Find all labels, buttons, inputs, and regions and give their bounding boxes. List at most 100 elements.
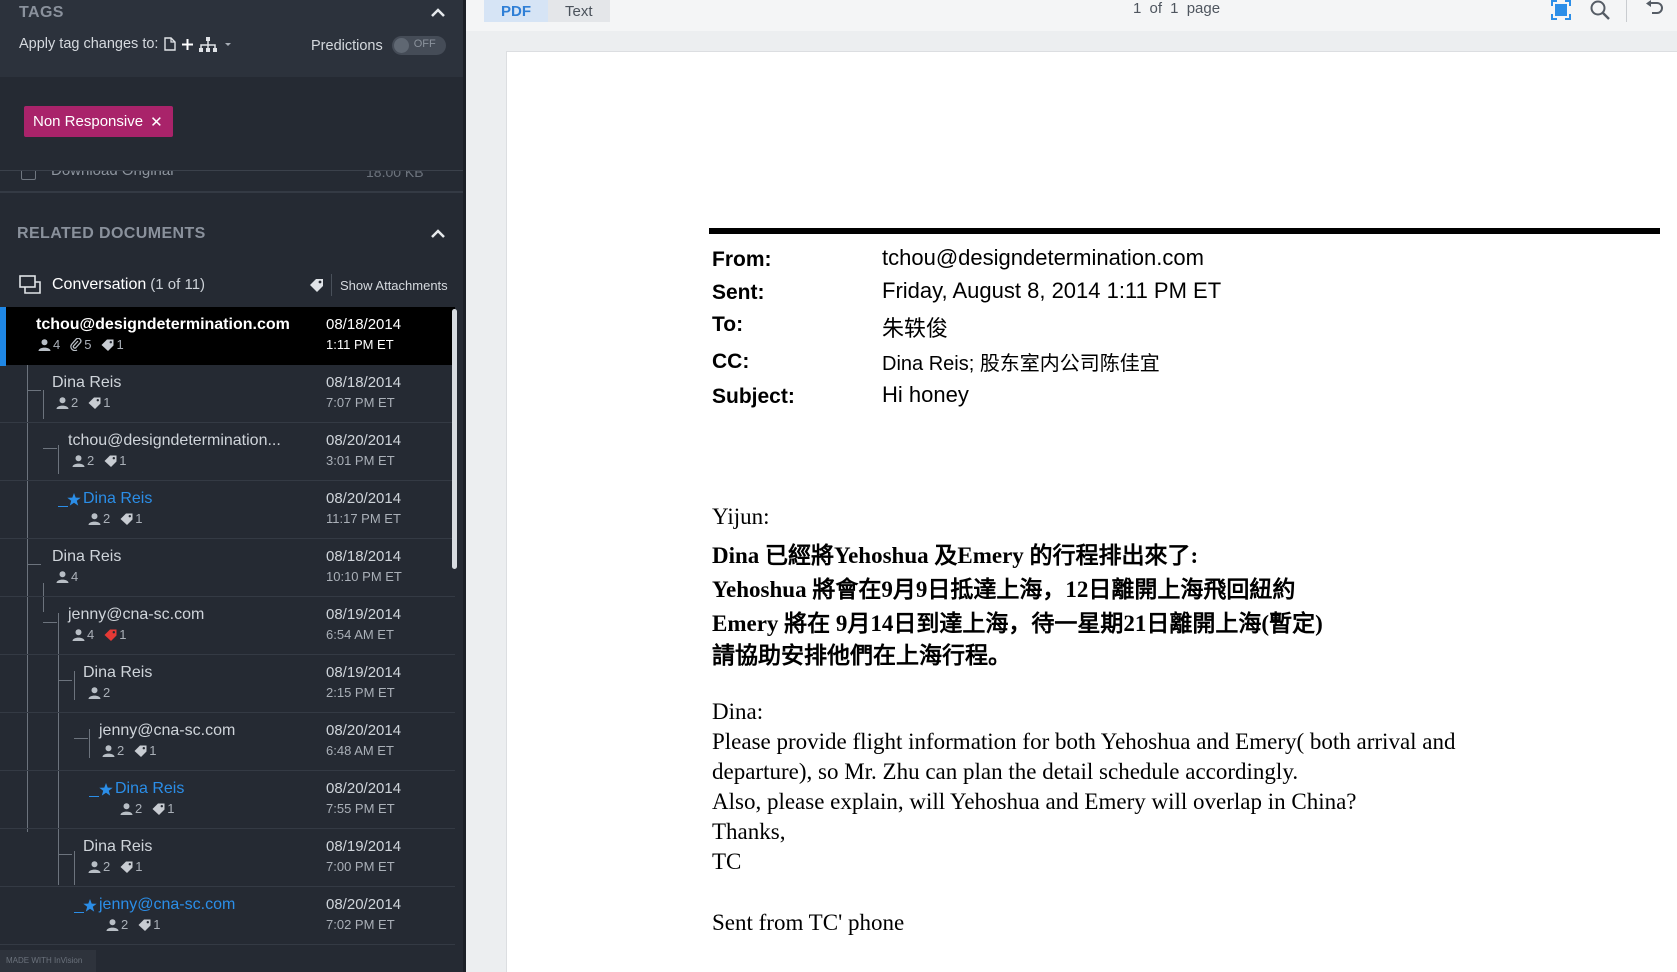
people-count: 4 (38, 337, 60, 352)
body-line: Yijun: (712, 504, 770, 529)
conversation-row[interactable]: Dina Reis 2 1 08/20/2014 11:17 PM ET (0, 481, 455, 539)
conversation-row[interactable]: jenny@cna-sc.com 2 1 08/20/2014 6:48 AM … (0, 713, 455, 771)
person-icon (120, 802, 133, 815)
tag-icon (101, 339, 114, 351)
tag-count: 1 (88, 395, 110, 410)
conversation-title: Conversation (1 of 11) (52, 276, 205, 294)
row-time: 2:15 PM ET (326, 685, 395, 700)
conversation-row[interactable]: Dina Reis 4 08/18/2014 10:10 PM ET (0, 539, 455, 597)
search-icon[interactable] (1590, 0, 1612, 25)
document-page: From: tchou@designdetermination.com Sent… (506, 51, 1677, 972)
to-label: To: (712, 313, 744, 336)
thread-line (58, 854, 72, 855)
conversation-row[interactable]: Dina Reis 2 1 08/20/2014 7:55 PM ET (0, 771, 455, 829)
scrollbar[interactable] (452, 309, 457, 569)
subject-value: Hi honey (882, 382, 969, 407)
person-icon (106, 918, 119, 931)
predictions: Predictions OFF (311, 36, 446, 55)
conversation-row[interactable]: Dina Reis 2 1 08/19/2014 7:00 PM ET (0, 829, 455, 887)
body-line: Dina 已經將Yehoshua 及Emery 的行程排出來了: (712, 543, 1199, 568)
row-meta: 2 (88, 685, 110, 700)
tags-panel-bottom (0, 150, 463, 171)
tag-icon[interactable] (309, 278, 324, 297)
collapse-tags-icon[interactable] (431, 8, 447, 20)
plus-icon (182, 38, 194, 50)
tag-icon (138, 919, 151, 931)
tags-section: TAGS Apply tag changes to: Predictions O (0, 0, 463, 77)
show-attachments-button[interactable]: Show Attachments (340, 278, 448, 293)
person-icon (88, 512, 101, 525)
collapse-related-icon[interactable] (431, 229, 447, 241)
conversation-icon (19, 275, 41, 300)
conversation-row[interactable]: jenny@cna-sc.com 4 1 08/19/2014 6:54 AM … (0, 597, 455, 655)
subject-label: Subject: (712, 385, 795, 408)
row-meta: 2 1 (72, 453, 126, 468)
row-date: 08/19/2014 (326, 664, 402, 681)
row-time: 10:10 PM ET (326, 569, 402, 584)
page-indicator: 1 of 1 page (1133, 0, 1221, 17)
row-sender: Dina Reis (83, 490, 153, 507)
row-sender: Dina Reis (115, 780, 185, 797)
person-icon (72, 454, 85, 467)
star-icon (67, 493, 81, 511)
thread-line (89, 796, 99, 797)
tag-count: 1 (138, 917, 160, 932)
person-icon (38, 338, 51, 351)
row-sender: tchou@designdetermination.com (36, 316, 290, 333)
people-count: 2 (102, 743, 124, 758)
thread-line (27, 564, 41, 565)
divider (1626, 0, 1627, 22)
row-meta: 4 (56, 569, 78, 584)
sent-value: Friday, August 8, 2014 1:11 PM ET (882, 278, 1222, 303)
star-icon (99, 783, 113, 801)
hierarchy-icon[interactable] (199, 36, 218, 52)
conversation-row[interactable]: jenny@cna-sc.com 2 1 08/20/2014 7:02 PM … (0, 887, 455, 945)
chevron-down-icon[interactable] (223, 40, 233, 48)
row-date: 08/19/2014 (326, 838, 402, 855)
row-sender: Dina Reis (52, 374, 122, 391)
fit-page-icon[interactable] (1551, 0, 1571, 25)
predictions-label: Predictions (311, 37, 383, 54)
conversation-count: (1 of 11) (150, 276, 206, 293)
document-icon[interactable] (164, 37, 177, 51)
conversation-row[interactable]: Dina Reis 2 08/19/2014 2:15 PM ET (0, 655, 455, 713)
view-tabs: PDF Text (484, 0, 610, 22)
body-line: 請協助安排他們在上海行程。 (712, 643, 1011, 668)
body-line: Also, please explain, will Yehoshua and … (712, 789, 1357, 814)
row-date: 08/19/2014 (326, 606, 402, 623)
row-meta: 2 1 (120, 801, 174, 816)
body-line: Dina: (712, 699, 764, 724)
thread-line (43, 622, 57, 623)
row-sender: tchou@designdetermination... (68, 432, 281, 449)
conversation-row[interactable]: tchou@designdetermination.com 4 5 1 08/1… (0, 307, 455, 366)
row-time: 3:01 PM ET (326, 453, 395, 468)
row-time: 6:48 AM ET (326, 743, 394, 758)
tab-text[interactable]: Text (548, 0, 610, 22)
conversation-row[interactable]: Dina Reis 2 1 08/18/2014 7:07 PM ET (0, 365, 455, 423)
thread-line (43, 448, 57, 449)
row-time: 11:17 PM ET (326, 511, 401, 526)
tag-chip-non-responsive[interactable]: Non Responsive ✕ (24, 106, 173, 137)
row-date: 08/20/2014 (326, 896, 402, 913)
person-icon (88, 686, 101, 699)
row-meta: 2 1 (88, 511, 142, 526)
row-sender: Dina Reis (52, 548, 122, 565)
attachment-count: 5 (70, 337, 91, 352)
row-meta: 4 1 (72, 627, 126, 642)
tag-count: 1 (101, 337, 124, 352)
remove-tag-icon[interactable]: ✕ (150, 113, 163, 131)
row-date: 08/20/2014 (326, 780, 402, 797)
rotate-icon[interactable] (1644, 0, 1664, 23)
person-icon (102, 744, 115, 757)
predictions-toggle[interactable]: OFF (391, 36, 446, 55)
people-count: 2 (56, 395, 78, 410)
tag-icon (104, 455, 117, 467)
conversation-row[interactable]: tchou@designdetermination... 2 1 08/20/2… (0, 423, 455, 481)
row-date: 08/18/2014 (326, 316, 402, 333)
tag-chip-label: Non Responsive (33, 113, 144, 130)
star-icon (83, 899, 97, 917)
to-value: 朱轶俊 (882, 316, 949, 341)
people-count: 2 (88, 859, 110, 874)
thread-line (27, 390, 41, 391)
tab-pdf[interactable]: PDF (484, 0, 548, 22)
